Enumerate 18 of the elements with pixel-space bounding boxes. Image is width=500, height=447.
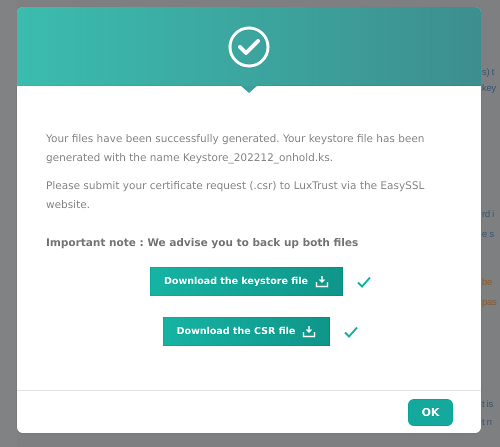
background-text: s) t xyxy=(481,66,496,80)
important-note: Important note : We advise you to back up both files xyxy=(46,237,360,249)
download-icon xyxy=(302,325,316,338)
background-text: t is xyxy=(481,398,494,412)
download-icon xyxy=(314,275,329,288)
background-text: rd i xyxy=(481,208,495,222)
message-text: Your files have been successfully generated. Your keystore file has been generated with the name Keystore_202212_onhold.ks. xyxy=(46,132,426,166)
background-text: e s xyxy=(481,228,495,242)
background-text: t n xyxy=(481,416,493,430)
background-text: be xyxy=(481,276,493,290)
background-text: pas xyxy=(481,296,498,310)
check-circle-icon xyxy=(228,26,270,68)
background-text: key xyxy=(481,82,497,96)
download-button[interactable]: Download the keystore file xyxy=(150,267,343,296)
header-pointer xyxy=(241,86,257,93)
message-text: Please submit your certificate request (.csr) to LuxTrust via the EasySSL website. xyxy=(46,179,426,213)
download-button[interactable]: Download the CSR file xyxy=(162,317,330,346)
ok-button[interactable]: OK xyxy=(408,398,453,426)
